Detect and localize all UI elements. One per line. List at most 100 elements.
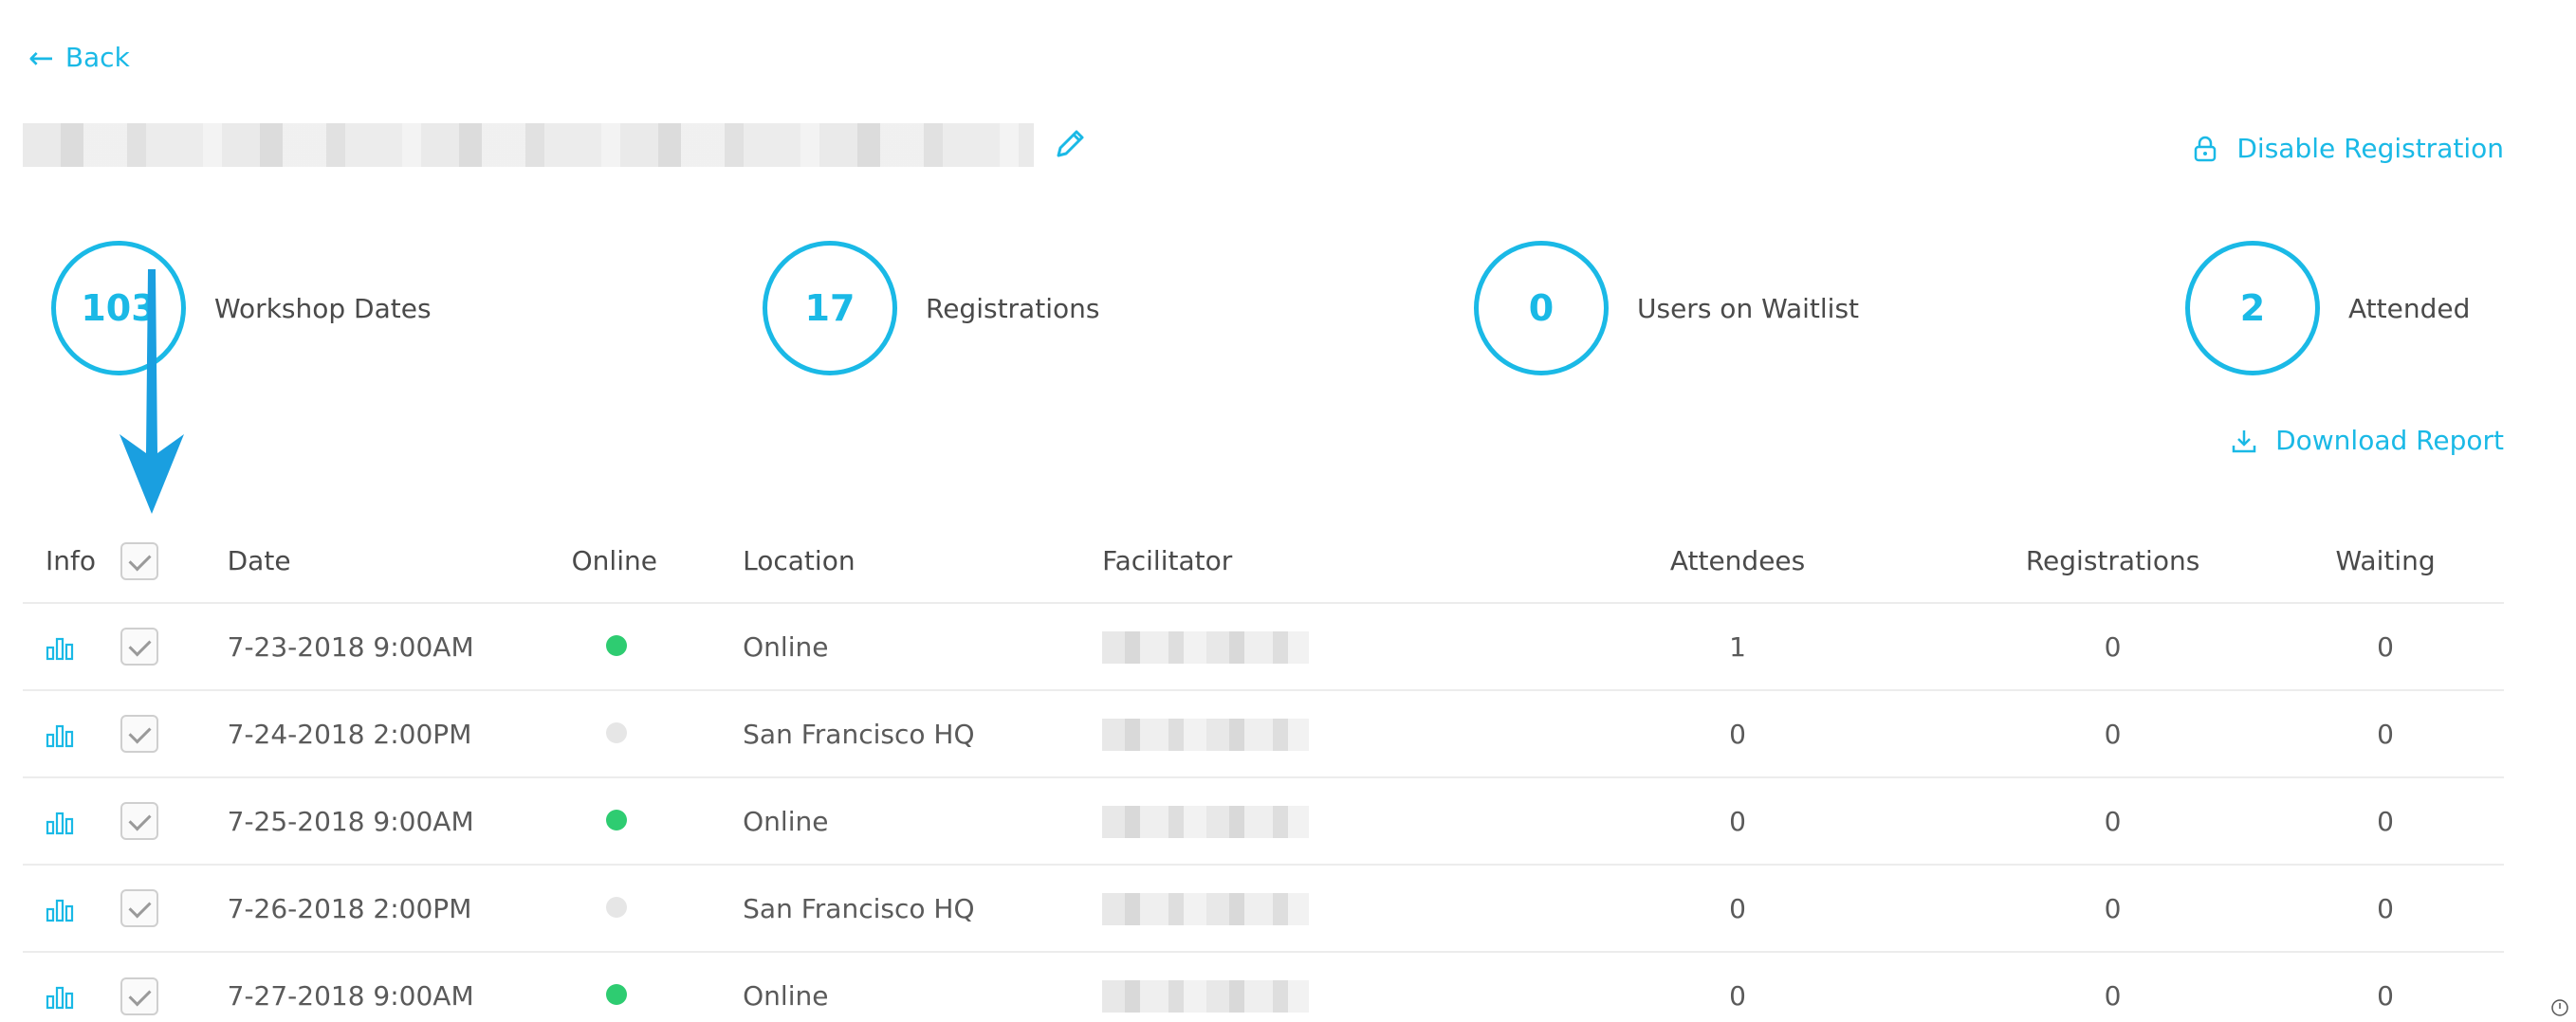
- workshop-title-redacted: [23, 123, 1034, 167]
- row-select-cell: [120, 864, 228, 952]
- row-waiting: 0: [2267, 864, 2504, 952]
- header-info: Info: [46, 545, 96, 576]
- row-registrations: 0: [1959, 602, 2268, 690]
- select-all-checkbox[interactable]: [120, 541, 159, 580]
- online-status-dot: [605, 896, 627, 918]
- stat-value: 17: [763, 241, 897, 375]
- row-online-cell: [571, 776, 744, 865]
- row-location: Online: [743, 776, 1103, 865]
- workshop-dates-table: Info Date Online Location Facilitator At…: [23, 520, 2504, 1022]
- stat-label: Users on Waitlist: [1637, 292, 1860, 324]
- row-facilitator: [1102, 864, 1518, 952]
- table-row: 7-26-2018 2:00PM San Francisco HQ 0 0 0: [23, 864, 2504, 952]
- row-registrations: 0: [1959, 951, 2268, 1022]
- row-facilitator: [1102, 602, 1518, 690]
- stat-label: Registrations: [926, 292, 1100, 324]
- stat-value: 0: [1474, 241, 1609, 375]
- row-online-cell: [571, 864, 744, 952]
- row-checkbox[interactable]: [120, 715, 159, 753]
- row-waiting: 0: [2267, 602, 2504, 690]
- corner-info-icon: [2551, 999, 2568, 1016]
- row-info-cell: [23, 602, 121, 690]
- row-date: 7-26-2018 2:00PM: [227, 864, 572, 952]
- stat-attended: 2 Attended: [2185, 241, 2470, 375]
- arrow-left-icon: ←: [28, 39, 54, 76]
- row-info-cell: [23, 864, 121, 952]
- download-report-label: Download Report: [2275, 425, 2504, 456]
- header-waiting: Waiting: [2335, 545, 2436, 576]
- row-attendees: 0: [1517, 689, 1960, 777]
- row-facilitator: [1102, 776, 1518, 865]
- table-row: 7-27-2018 9:00AM Online 0 0 0: [23, 951, 2504, 1022]
- bar-chart-icon[interactable]: [46, 636, 74, 661]
- row-date: 7-24-2018 2:00PM: [227, 689, 572, 777]
- disable-registration-button[interactable]: Disable Registration: [2191, 133, 2504, 164]
- row-registrations: 0: [1959, 776, 2268, 865]
- row-attendees: 0: [1517, 864, 1960, 952]
- pencil-icon[interactable]: [1051, 125, 1089, 163]
- table-row: 7-23-2018 9:00AM Online 1 0 0: [23, 602, 2504, 690]
- download-report-button[interactable]: Download Report: [2230, 425, 2504, 456]
- row-select-cell: [120, 602, 228, 690]
- row-facilitator: [1102, 951, 1518, 1022]
- bar-chart-icon[interactable]: [46, 898, 74, 922]
- row-checkbox[interactable]: [120, 628, 159, 666]
- row-location: Online: [743, 951, 1103, 1022]
- facilitator-name-redacted: [1102, 630, 1310, 664]
- bar-chart-icon[interactable]: [46, 985, 74, 1010]
- back-link[interactable]: ← Back: [28, 42, 130, 73]
- row-checkbox[interactable]: [120, 802, 159, 840]
- header-attendees: Attendees: [1669, 545, 1806, 576]
- row-facilitator: [1102, 689, 1518, 777]
- row-location: San Francisco HQ: [743, 689, 1103, 777]
- stat-registrations: 17 Registrations: [763, 241, 1099, 375]
- row-waiting: 0: [2267, 689, 2504, 777]
- row-location: Online: [743, 602, 1103, 690]
- row-select-cell: [120, 951, 228, 1022]
- row-checkbox[interactable]: [120, 976, 159, 1015]
- bar-chart-icon[interactable]: [46, 811, 74, 835]
- facilitator-name-redacted: [1102, 980, 1310, 1013]
- row-attendees: 1: [1517, 602, 1960, 690]
- table-header-row: Info Date Online Location Facilitator At…: [23, 520, 2504, 603]
- row-date: 7-23-2018 9:00AM: [227, 602, 572, 690]
- facilitator-name-redacted: [1102, 805, 1310, 838]
- row-date: 7-27-2018 9:00AM: [227, 951, 572, 1022]
- stat-users-on-waitlist: 0 Users on Waitlist: [1474, 241, 1859, 375]
- online-status-dot: [605, 984, 627, 1005]
- row-info-cell: [23, 776, 121, 865]
- row-online-cell: [571, 951, 744, 1022]
- online-status-dot: [605, 721, 627, 743]
- row-info-cell: [23, 951, 121, 1022]
- row-waiting: 0: [2267, 776, 2504, 865]
- row-info-cell: [23, 689, 121, 777]
- header-select-all: [120, 520, 227, 603]
- row-registrations: 0: [1959, 689, 2268, 777]
- header-date: Date: [227, 545, 291, 576]
- table-row: 7-24-2018 2:00PM San Francisco HQ 0 0 0: [23, 689, 2504, 777]
- row-checkbox[interactable]: [120, 889, 159, 927]
- stat-label: Attended: [2348, 292, 2471, 324]
- stat-value: 2: [2185, 241, 2320, 375]
- online-status-dot: [605, 809, 627, 830]
- row-date: 7-25-2018 9:00AM: [227, 776, 572, 865]
- row-attendees: 0: [1517, 951, 1960, 1022]
- row-online-cell: [571, 602, 744, 690]
- online-status-dot: [605, 634, 627, 656]
- facilitator-name-redacted: [1102, 892, 1310, 925]
- row-waiting: 0: [2267, 951, 2504, 1022]
- bar-chart-icon[interactable]: [46, 723, 74, 748]
- table-row: 7-25-2018 9:00AM Online 0 0 0: [23, 776, 2504, 865]
- row-location: San Francisco HQ: [743, 864, 1103, 952]
- callout-arrow-icon: [120, 269, 184, 514]
- row-select-cell: [120, 689, 228, 777]
- header-registrations: Registrations: [2025, 545, 2200, 576]
- header-facilitator: Facilitator: [1102, 545, 1233, 576]
- row-select-cell: [120, 776, 228, 865]
- header-online: Online: [571, 545, 657, 576]
- stat-label: Workshop Dates: [214, 292, 432, 324]
- download-icon: [2232, 429, 2256, 452]
- header-location: Location: [743, 545, 856, 576]
- back-label: Back: [64, 42, 130, 73]
- disable-registration-label: Disable Registration: [2236, 133, 2504, 164]
